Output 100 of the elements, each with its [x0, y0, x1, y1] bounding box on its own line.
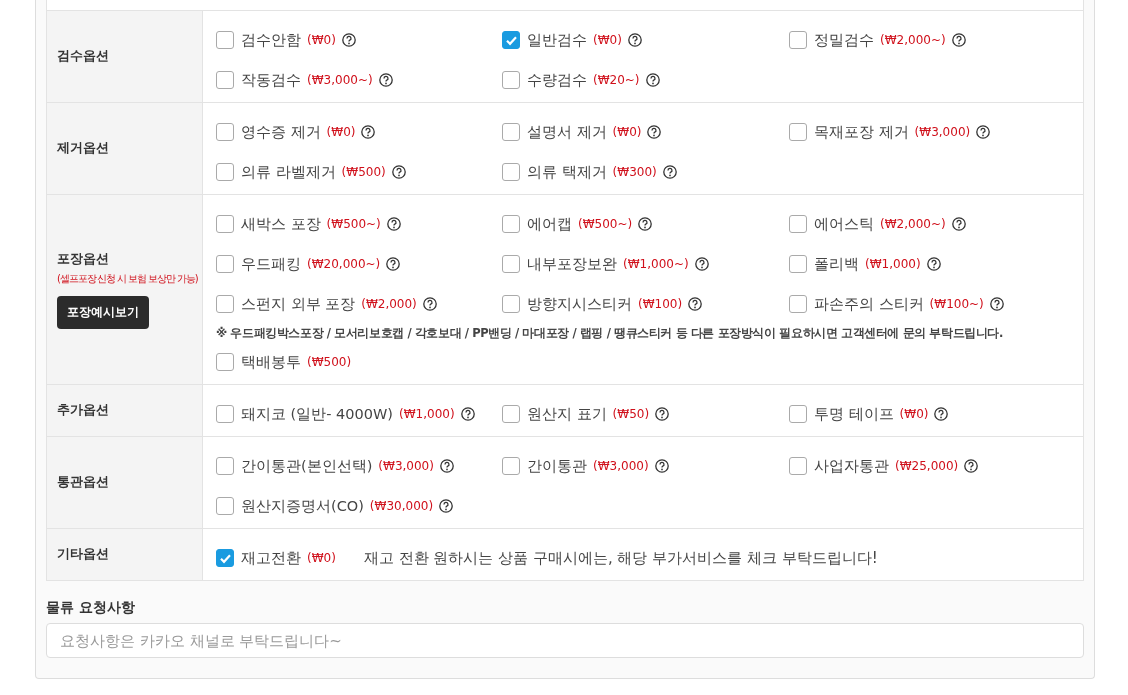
checkbox[interactable]	[216, 549, 234, 567]
option-price: (₩500~)	[578, 217, 633, 231]
checkbox[interactable]	[502, 295, 520, 313]
option-label: 우드패킹	[241, 254, 301, 274]
checkbox[interactable]	[216, 457, 234, 475]
option-item[interactable]: 택배봉투 (₩500)	[216, 342, 502, 382]
checkbox[interactable]	[789, 295, 807, 313]
help-icon[interactable]	[341, 33, 356, 47]
request-field[interactable]: 요청사항은 카카오 채널로 부탁드립니다~	[46, 623, 1084, 658]
help-icon[interactable]	[951, 33, 966, 47]
option-price: (₩500~)	[326, 217, 381, 231]
option-price: (₩100~)	[929, 297, 984, 311]
option-label: 간이통관(본인선택)	[241, 456, 373, 476]
checkbox[interactable]	[216, 163, 234, 181]
option-price: (₩25,000)	[895, 459, 959, 473]
checkbox[interactable]	[216, 215, 234, 233]
option-item[interactable]: 재고전환 (₩0)	[216, 538, 336, 578]
option-label: 내부포장보완	[527, 254, 617, 274]
packing-example-button[interactable]: 포장예시보기	[57, 295, 149, 329]
option-label: 정밀검수	[814, 30, 874, 50]
help-icon[interactable]	[386, 217, 401, 231]
checkbox[interactable]	[216, 31, 234, 49]
checkbox[interactable]	[216, 71, 234, 89]
section-label: 통관옵션	[57, 474, 110, 491]
help-icon[interactable]	[647, 125, 662, 139]
option-price: (₩100)	[638, 297, 683, 311]
checkbox[interactable]	[216, 497, 234, 515]
help-icon[interactable]	[688, 297, 703, 311]
option-price: (₩1,000)	[865, 257, 921, 271]
checkbox[interactable]	[216, 353, 234, 371]
option-price: (₩500)	[341, 165, 386, 179]
help-icon[interactable]	[655, 407, 670, 421]
option-price: (₩3,000)	[914, 125, 971, 139]
checkbox[interactable]	[502, 123, 520, 141]
option-price: (₩2,000~)	[880, 217, 946, 231]
checkbox[interactable]	[789, 457, 807, 475]
option-price: (₩500)	[307, 355, 352, 369]
option-label: 방향지시스티커	[527, 294, 632, 314]
checkbox[interactable]	[216, 255, 234, 273]
option-label: 수량검수	[527, 70, 587, 90]
option-price: (₩0)	[307, 33, 336, 47]
help-icon[interactable]	[378, 73, 393, 87]
help-icon[interactable]	[391, 165, 406, 179]
option-label: 작동검수	[241, 70, 301, 90]
checkbox[interactable]	[502, 215, 520, 233]
option-label: 에어캡	[527, 214, 572, 234]
help-icon[interactable]	[662, 165, 677, 179]
checkbox[interactable]	[789, 255, 807, 273]
option-price: (₩0)	[612, 125, 642, 139]
help-icon[interactable]	[694, 257, 709, 271]
help-icon[interactable]	[654, 459, 669, 473]
help-icon[interactable]	[934, 407, 949, 421]
option-label: 에어스틱	[814, 214, 874, 234]
help-icon[interactable]	[422, 297, 437, 311]
help-icon[interactable]	[645, 73, 660, 87]
checkbox[interactable]	[216, 123, 234, 141]
checkbox[interactable]	[789, 215, 807, 233]
checkbox[interactable]	[216, 405, 234, 423]
section-note: (셀프포장 신청 시 보험 보상만 가능)	[57, 271, 199, 286]
option-label: 영수증 제거	[241, 122, 321, 142]
checkbox[interactable]	[502, 405, 520, 423]
field-label: 물류 요청사항	[46, 599, 136, 617]
help-icon[interactable]	[627, 33, 642, 47]
checkbox[interactable]	[502, 71, 520, 89]
checkbox[interactable]	[789, 405, 807, 423]
option-price: (₩0)	[326, 125, 356, 139]
checkbox[interactable]	[502, 255, 520, 273]
checkbox[interactable]	[502, 163, 520, 181]
checkbox[interactable]	[216, 295, 234, 313]
section-label: 포장옵션	[57, 250, 110, 268]
help-icon[interactable]	[386, 257, 401, 271]
option-label: 원산지증명서(CO)	[241, 496, 364, 516]
help-icon[interactable]	[638, 217, 653, 231]
help-icon[interactable]	[926, 257, 941, 271]
help-icon[interactable]	[460, 407, 475, 421]
option-label: 목재포장 제거	[814, 122, 909, 142]
checkbox[interactable]	[789, 31, 807, 49]
help-icon[interactable]	[439, 459, 454, 473]
option-price: (₩3,000~)	[307, 73, 373, 87]
help-icon[interactable]	[964, 459, 979, 473]
help-icon[interactable]	[989, 297, 1004, 311]
help-icon[interactable]	[439, 499, 454, 513]
option-label: 설명서 제거	[527, 122, 607, 142]
option-price: (₩1,000~)	[623, 257, 689, 271]
option-price: (₩2,000)	[361, 297, 417, 311]
checkbox[interactable]	[502, 31, 520, 49]
help-icon[interactable]	[951, 217, 966, 231]
option-price: (₩30,000)	[369, 499, 434, 513]
help-icon[interactable]	[976, 125, 991, 139]
option-label: 새박스 포장	[241, 214, 321, 234]
option-label: 원산지 표기	[527, 404, 607, 424]
option-price: (₩20~)	[593, 73, 640, 87]
section-label: 제거옵션	[57, 140, 110, 157]
option-label: 투명 테이프	[814, 404, 894, 424]
option-label: 돼지코 (일반- 4000W)	[241, 404, 393, 424]
option-label: 의류 라벨제거	[241, 162, 336, 182]
option-price: (₩1,000)	[399, 407, 455, 421]
checkbox[interactable]	[502, 457, 520, 475]
checkbox[interactable]	[789, 123, 807, 141]
help-icon[interactable]	[361, 125, 376, 139]
